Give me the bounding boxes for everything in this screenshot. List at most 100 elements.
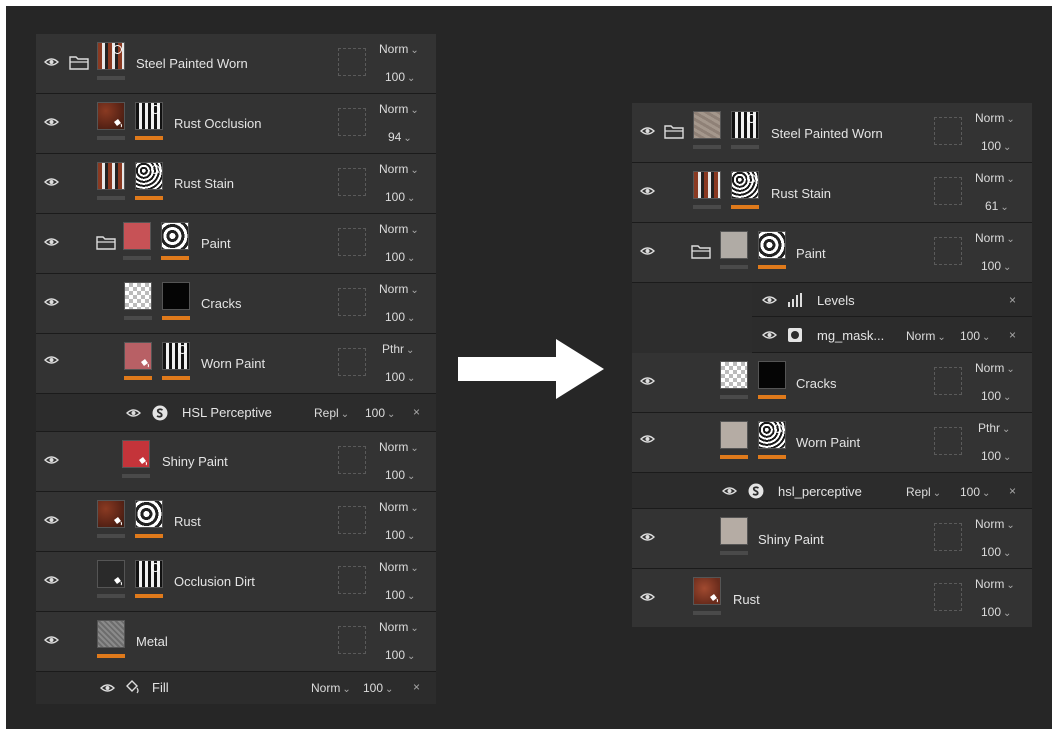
opacity-select[interactable]: 100 ⌄	[385, 370, 415, 384]
opacity-select[interactable]: 100 ⌄	[385, 310, 415, 324]
eye-icon[interactable]	[44, 236, 59, 248]
mask-slot[interactable]	[338, 566, 366, 594]
eye-icon[interactable]	[762, 329, 777, 341]
blend-mode-select[interactable]: Norm ⌄	[379, 440, 419, 454]
eye-icon[interactable]	[44, 296, 59, 308]
layer-row[interactable]: Steel Painted Worn Norm ⌄ 100 ⌄	[36, 34, 436, 94]
eye-icon[interactable]	[640, 185, 655, 197]
close-icon[interactable]: ×	[1009, 328, 1016, 342]
mask-slot[interactable]	[934, 237, 962, 265]
opacity-select[interactable]: 100 ⌄	[981, 605, 1011, 619]
layer-row[interactable]: Shiny Paint Norm ⌄ 100 ⌄	[36, 432, 436, 492]
blend-mode-select[interactable]: Repl ⌄	[906, 485, 941, 499]
opacity-select[interactable]: 100 ⌄	[385, 528, 415, 542]
opacity-select[interactable]: 100 ⌄	[960, 329, 990, 343]
layer-row[interactable]: Shiny Paint Norm ⌄ 100 ⌄	[632, 509, 1032, 569]
folder-icon[interactable]	[69, 54, 89, 70]
mask-slot[interactable]	[934, 583, 962, 611]
mask-slot[interactable]	[338, 108, 366, 136]
eye-icon[interactable]	[44, 176, 59, 188]
blend-mode-select[interactable]: Norm ⌄	[975, 231, 1015, 245]
eye-icon[interactable]	[44, 354, 59, 366]
layer-row[interactable]: Steel Painted Worn Norm ⌄ 100 ⌄	[632, 103, 1032, 163]
layer-row[interactable]: Rust Occlusion Norm ⌄ 94 ⌄	[36, 94, 436, 154]
mask-slot[interactable]	[338, 168, 366, 196]
blend-mode-select[interactable]: Norm ⌄	[975, 577, 1015, 591]
mask-slot[interactable]	[338, 348, 366, 376]
blend-mode-select[interactable]: Pthr ⌄	[978, 421, 1010, 435]
opacity-select[interactable]: 100 ⌄	[385, 250, 415, 264]
opacity-select[interactable]: 100 ⌄	[385, 468, 415, 482]
layer-row[interactable]: Occlusion Dirt Norm ⌄ 100 ⌄	[36, 552, 436, 612]
folder-icon[interactable]	[691, 243, 711, 259]
close-icon[interactable]: ×	[1009, 484, 1016, 498]
eye-icon[interactable]	[100, 682, 115, 694]
eye-icon[interactable]	[640, 531, 655, 543]
effect-row[interactable]: Fill Norm ⌄ 100 ⌄ ×	[36, 672, 436, 704]
blend-mode-select[interactable]: Norm ⌄	[379, 102, 419, 116]
layer-row[interactable]: Metal Norm ⌄ 100 ⌄	[36, 612, 436, 672]
mask-slot[interactable]	[338, 626, 366, 654]
blend-mode-select[interactable]: Norm ⌄	[379, 162, 419, 176]
opacity-select[interactable]: 100 ⌄	[981, 449, 1011, 463]
opacity-select[interactable]: 100 ⌄	[365, 406, 395, 420]
blend-mode-select[interactable]: Norm ⌄	[379, 42, 419, 56]
layer-row[interactable]: Rust Stain Norm ⌄ 100 ⌄	[36, 154, 436, 214]
mask-slot[interactable]	[338, 48, 366, 76]
effect-row[interactable]: hsl_perceptive Repl ⌄ 100 ⌄ ×	[632, 473, 1032, 509]
blend-mode-select[interactable]: Norm ⌄	[906, 329, 946, 343]
layer-row[interactable]: Rust Stain Norm ⌄ 61 ⌄	[632, 163, 1032, 223]
eye-icon[interactable]	[722, 485, 737, 497]
mask-slot[interactable]	[934, 427, 962, 455]
eye-icon[interactable]	[44, 116, 59, 128]
mask-slot[interactable]	[338, 506, 366, 534]
close-icon[interactable]: ×	[413, 405, 420, 419]
eye-icon[interactable]	[640, 433, 655, 445]
eye-icon[interactable]	[640, 245, 655, 257]
mask-slot[interactable]	[934, 117, 962, 145]
mask-slot[interactable]	[338, 228, 366, 256]
layer-row[interactable]: Paint Norm ⌄ 100 ⌄	[632, 223, 1032, 283]
opacity-select[interactable]: 100 ⌄	[385, 588, 415, 602]
eye-icon[interactable]	[44, 634, 59, 646]
blend-mode-select[interactable]: Norm ⌄	[379, 222, 419, 236]
opacity-select[interactable]: 100 ⌄	[385, 70, 415, 84]
blend-mode-select[interactable]: Norm ⌄	[379, 560, 419, 574]
eye-icon[interactable]	[44, 56, 59, 68]
folder-icon[interactable]	[96, 234, 116, 250]
opacity-select[interactable]: 100 ⌄	[981, 389, 1011, 403]
layer-row[interactable]: Cracks Norm ⌄ 100 ⌄	[36, 274, 436, 334]
opacity-select[interactable]: 100 ⌄	[363, 681, 393, 695]
close-icon[interactable]: ×	[1009, 293, 1016, 307]
mask-slot[interactable]	[934, 177, 962, 205]
blend-mode-select[interactable]: Norm ⌄	[379, 500, 419, 514]
effect-row[interactable]: HSL Perceptive Repl ⌄ 100 ⌄ ×	[36, 394, 436, 432]
opacity-select[interactable]: 100 ⌄	[960, 485, 990, 499]
mask-slot[interactable]	[338, 288, 366, 316]
eye-icon[interactable]	[44, 454, 59, 466]
close-icon[interactable]: ×	[413, 680, 420, 694]
blend-mode-select[interactable]: Norm ⌄	[379, 282, 419, 296]
opacity-select[interactable]: 94 ⌄	[388, 130, 412, 144]
layer-row[interactable]: Worn Paint Pthr ⌄ 100 ⌄	[632, 413, 1032, 473]
eye-icon[interactable]	[762, 294, 777, 306]
blend-mode-select[interactable]: Norm ⌄	[975, 517, 1015, 531]
eye-icon[interactable]	[126, 407, 141, 419]
folder-icon[interactable]	[664, 123, 684, 139]
eye-icon[interactable]	[44, 514, 59, 526]
opacity-select[interactable]: 61 ⌄	[985, 199, 1009, 213]
blend-mode-select[interactable]: Repl ⌄	[314, 406, 349, 420]
opacity-select[interactable]: 100 ⌄	[385, 648, 415, 662]
eye-icon[interactable]	[640, 375, 655, 387]
blend-mode-select[interactable]: Norm ⌄	[379, 620, 419, 634]
opacity-select[interactable]: 100 ⌄	[981, 259, 1011, 273]
blend-mode-select[interactable]: Pthr ⌄	[382, 342, 414, 356]
mask-slot[interactable]	[934, 523, 962, 551]
eye-icon[interactable]	[44, 574, 59, 586]
layer-row[interactable]: Rust Norm ⌄ 100 ⌄	[632, 569, 1032, 627]
eye-icon[interactable]	[640, 125, 655, 137]
mask-slot[interactable]	[934, 367, 962, 395]
blend-mode-select[interactable]: Norm ⌄	[975, 171, 1015, 185]
blend-mode-select[interactable]: Norm ⌄	[975, 361, 1015, 375]
eye-icon[interactable]	[640, 591, 655, 603]
